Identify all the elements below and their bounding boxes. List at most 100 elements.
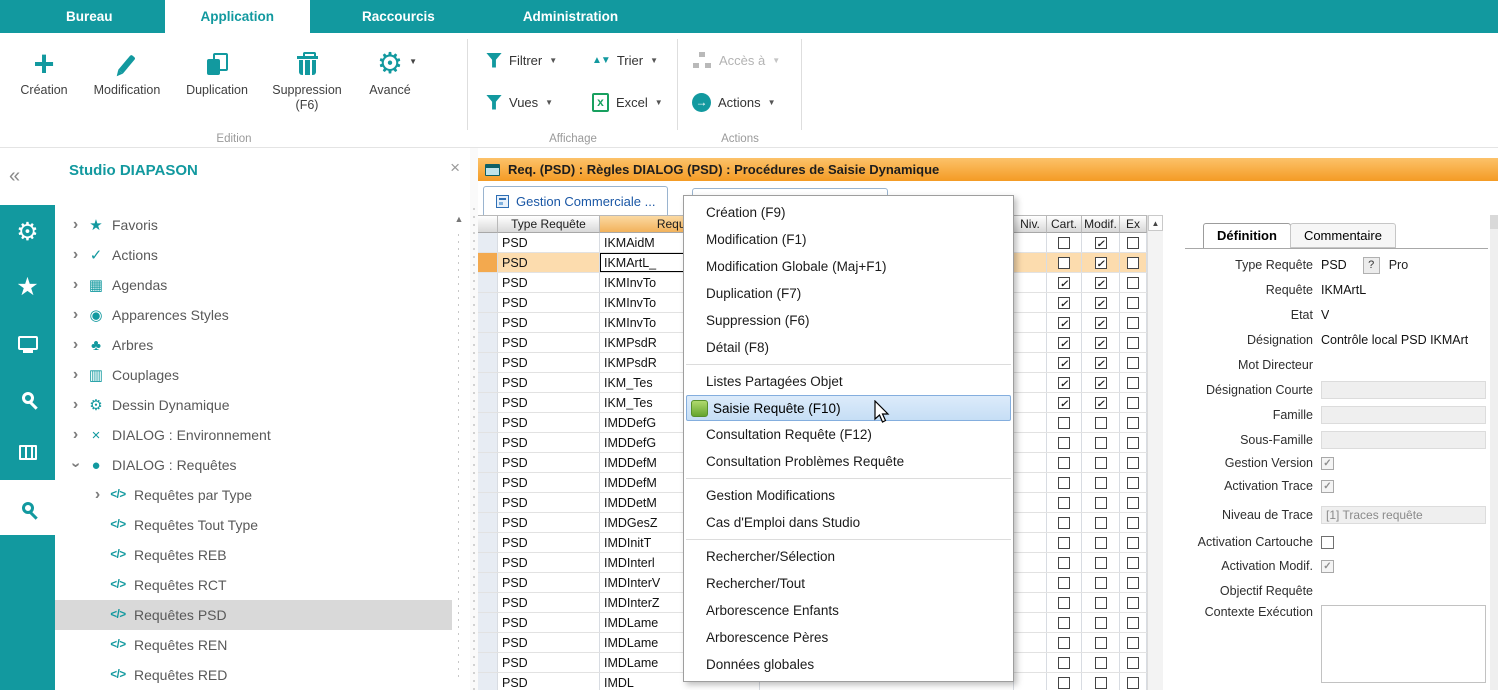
modif-checkbox[interactable] <box>1082 373 1120 392</box>
activation-cartouche-checkbox[interactable] <box>1321 536 1334 549</box>
table-scrollbar[interactable]: ▲ <box>1147 215 1163 690</box>
menu-item[interactable]: Saisie Requête (F10) <box>686 395 1011 421</box>
tree-item[interactable]: </> Requêtes REN <box>55 630 452 660</box>
rail-settings-button[interactable]: ⚙ <box>0 205 55 260</box>
expand-arrow-icon[interactable]: › <box>67 426 84 444</box>
row-gutter[interactable] <box>478 473 498 492</box>
row-gutter[interactable] <box>478 393 498 412</box>
expand-arrow-icon[interactable]: › <box>67 336 84 354</box>
menu-item[interactable] <box>684 536 1013 543</box>
modif-checkbox[interactable] <box>1082 573 1120 592</box>
cartouche-checkbox[interactable] <box>1047 613 1082 632</box>
excel-button[interactable]: Excel ▼ <box>592 89 663 115</box>
row-gutter[interactable] <box>478 673 498 690</box>
trier-button[interactable]: ▲▼ Trier ▼ <box>592 47 658 73</box>
header-ex[interactable]: Ex <box>1120 215 1147 233</box>
cartouche-checkbox[interactable] <box>1047 273 1082 292</box>
expand-arrow-icon[interactable]: › <box>67 216 84 234</box>
ex-checkbox[interactable] <box>1120 653 1147 672</box>
row-gutter[interactable] <box>478 253 498 272</box>
menu-item[interactable]: Modification (F1) <box>684 226 1013 253</box>
row-gutter[interactable] <box>478 573 498 592</box>
tree-item[interactable]: › ✓ Actions <box>55 240 452 270</box>
ribbon-tab[interactable]: Bureau <box>30 0 149 33</box>
help-button[interactable]: ? <box>1363 257 1380 274</box>
menu-item[interactable]: Arborescence Pères <box>684 624 1013 651</box>
row-gutter[interactable] <box>478 373 498 392</box>
cartouche-checkbox[interactable] <box>1047 453 1082 472</box>
ex-checkbox[interactable] <box>1120 593 1147 612</box>
row-gutter[interactable] <box>478 333 498 352</box>
menu-item[interactable] <box>684 361 1013 368</box>
cartouche-checkbox[interactable] <box>1047 533 1082 552</box>
collapse-sidebar-button[interactable]: « <box>9 165 20 188</box>
ex-checkbox[interactable] <box>1120 553 1147 572</box>
row-gutter[interactable] <box>478 233 498 252</box>
tree-item[interactable]: </> Requêtes RED <box>55 660 452 690</box>
modif-checkbox[interactable] <box>1082 333 1120 352</box>
tree-item[interactable]: </> Requêtes Tout Type <box>55 510 452 540</box>
row-gutter[interactable] <box>478 593 498 612</box>
modif-checkbox[interactable] <box>1082 393 1120 412</box>
modif-checkbox[interactable] <box>1082 233 1120 252</box>
modif-checkbox[interactable] <box>1082 293 1120 312</box>
tab-commentaire[interactable]: Commentaire <box>1290 223 1396 248</box>
ex-checkbox[interactable] <box>1120 313 1147 332</box>
row-gutter[interactable] <box>478 653 498 672</box>
avance-button[interactable]: ⚙ ▼ Avancé <box>352 41 428 113</box>
cartouche-checkbox[interactable] <box>1047 233 1082 252</box>
row-gutter[interactable] <box>478 453 498 472</box>
modif-checkbox[interactable] <box>1082 593 1120 612</box>
menu-item[interactable]: Cas d'Emploi dans Studio <box>684 509 1013 536</box>
modif-checkbox[interactable] <box>1082 433 1120 452</box>
rail-search-button[interactable] <box>0 370 55 425</box>
cartouche-checkbox[interactable] <box>1047 653 1082 672</box>
cartouche-checkbox[interactable] <box>1047 673 1082 690</box>
menu-item[interactable]: Consultation Problèmes Requête <box>684 448 1013 475</box>
panel-scrollbar[interactable] <box>1490 215 1498 690</box>
modif-checkbox[interactable] <box>1082 533 1120 552</box>
expand-arrow-icon[interactable]: › <box>89 486 106 504</box>
tree-item[interactable]: › × DIALOG : Environnement <box>55 420 452 450</box>
row-gutter[interactable] <box>478 553 498 572</box>
modif-checkbox[interactable] <box>1082 413 1120 432</box>
row-gutter[interactable] <box>478 533 498 552</box>
ex-checkbox[interactable] <box>1120 453 1147 472</box>
tree-item[interactable]: › ● DIALOG : Requêtes <box>55 450 452 480</box>
tree-item[interactable]: › </> Requêtes par Type <box>55 480 452 510</box>
modif-checkbox[interactable] <box>1082 493 1120 512</box>
panel-splitter[interactable] <box>470 148 478 690</box>
ex-checkbox[interactable] <box>1120 333 1147 352</box>
modif-checkbox[interactable] <box>1082 513 1120 532</box>
modif-checkbox[interactable] <box>1082 613 1120 632</box>
expand-arrow-icon[interactable]: › <box>67 366 84 384</box>
menu-item[interactable]: Modification Globale (Maj+F1) <box>684 253 1013 280</box>
ex-checkbox[interactable] <box>1120 393 1147 412</box>
contexte-execution-textarea[interactable] <box>1321 605 1486 683</box>
modif-checkbox[interactable] <box>1082 553 1120 572</box>
header-cartouche[interactable]: Cart. <box>1047 215 1082 233</box>
scroll-up-button[interactable]: ▲ <box>1148 215 1163 231</box>
menu-item[interactable]: Listes Partagées Objet <box>684 368 1013 395</box>
rail-desktop-button[interactable] <box>0 315 55 370</box>
row-gutter[interactable] <box>478 413 498 432</box>
modif-checkbox[interactable] <box>1082 253 1120 272</box>
ex-checkbox[interactable] <box>1120 493 1147 512</box>
rail-grid-button[interactable] <box>0 425 55 480</box>
ex-checkbox[interactable] <box>1120 233 1147 252</box>
ex-checkbox[interactable] <box>1120 253 1147 272</box>
cartouche-checkbox[interactable] <box>1047 573 1082 592</box>
ex-checkbox[interactable] <box>1120 433 1147 452</box>
expand-arrow-icon[interactable]: › <box>67 396 84 414</box>
modif-checkbox[interactable] <box>1082 473 1120 492</box>
cartouche-checkbox[interactable] <box>1047 333 1082 352</box>
tree-item[interactable]: › ♣ Arbres <box>55 330 452 360</box>
cartouche-checkbox[interactable] <box>1047 593 1082 612</box>
scroll-up-icon[interactable]: ▲ <box>453 214 465 224</box>
ex-checkbox[interactable] <box>1120 353 1147 372</box>
tree-scrollbar[interactable]: ▲ <box>453 214 465 682</box>
header-modif[interactable]: Modif. <box>1082 215 1120 233</box>
expand-arrow-icon[interactable]: › <box>67 276 84 294</box>
menu-item[interactable]: Rechercher/Tout <box>684 570 1013 597</box>
row-gutter[interactable] <box>478 313 498 332</box>
